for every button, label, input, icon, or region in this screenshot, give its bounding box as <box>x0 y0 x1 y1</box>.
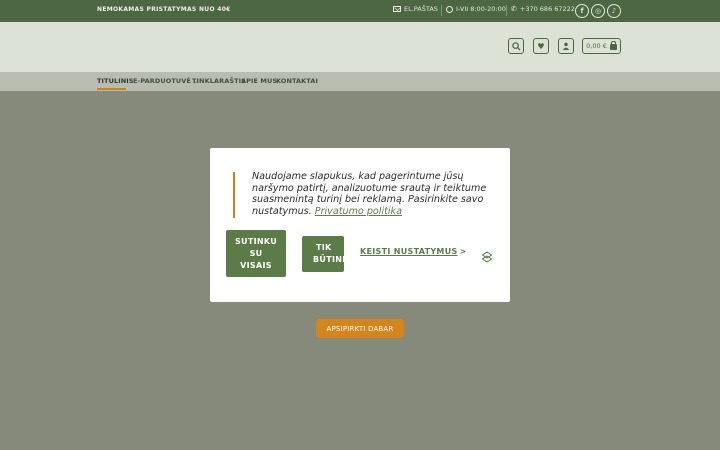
instagram-icon[interactable]: ◎ <box>591 4 605 18</box>
tiktok-icon[interactable]: ♪ <box>607 4 621 18</box>
tiktok-glyph: ♪ <box>611 7 617 15</box>
search-button[interactable] <box>508 38 524 54</box>
email-link[interactable]: EL.PAŠTAS <box>393 5 438 13</box>
opening-hours: I-VII 8:00-20:00 <box>446 5 506 13</box>
change-settings-button[interactable]: KEISTI NUSTATYMUS > <box>360 247 467 256</box>
cart-total: 0,00 € <box>586 42 607 50</box>
wishlist-button[interactable]: ♥ <box>533 38 549 54</box>
accent-bar <box>233 172 235 218</box>
nav-item-e-parduotuve[interactable]: E-PARDUOTUVĖ ⌄ <box>133 77 198 85</box>
cart-button[interactable]: 0,00 € <box>582 38 621 54</box>
active-nav-indicator <box>97 88 126 90</box>
divider <box>441 5 442 16</box>
search-icon <box>511 41 521 51</box>
change-settings-label: KEISTI NUSTATYMUS <box>360 247 458 256</box>
clock-icon <box>446 5 453 13</box>
nav-item-label: E-PARDUOTUVĖ <box>133 77 191 85</box>
instagram-glyph: ◎ <box>594 7 602 15</box>
nav-item-apie-mus[interactable]: APIE MUS <box>241 77 277 85</box>
required-only-label-line: BŪTINI <box>313 255 344 264</box>
accept-all-button[interactable]: SUTINKU SU VISAIS <box>226 230 286 277</box>
accept-all-label-line: SU <box>249 248 263 258</box>
cookie-settings-icon[interactable] <box>481 251 493 263</box>
phone-link[interactable]: ✆ +370 686 67222 <box>511 5 575 13</box>
top-bar: NEMOKAMAS PRISTATYMAS NUO 40€ EL.PAŠTAS … <box>0 0 720 22</box>
shopping-bag-icon <box>609 41 617 50</box>
heart-icon: ♥ <box>537 41 545 51</box>
phone-number: +370 686 67222 <box>519 5 575 13</box>
required-only-label-line: TIK <box>316 243 332 252</box>
phone-icon: ✆ <box>511 4 517 13</box>
cookie-consent-dialog: Naudojame slapukus, kad pagerintume jūsų… <box>210 148 510 302</box>
nav-item-titulinis[interactable]: TITULINIS <box>97 77 134 85</box>
chevron-right-icon: > <box>459 247 467 256</box>
nav-item-tinklarastis[interactable]: TINKLARAŠTIS <box>192 77 246 85</box>
required-only-button[interactable]: TIK BŪTINI <box>302 236 344 272</box>
site-header: ♥ 0,00 € <box>0 22 720 72</box>
facebook-glyph: f <box>580 7 584 15</box>
accept-all-label-line: SUTINKU <box>234 236 278 246</box>
facebook-icon[interactable]: f <box>575 4 589 18</box>
free-shipping-promo: NEMOKAMAS PRISTATYMAS NUO 40€ <box>97 6 231 13</box>
nav-item-kontaktai[interactable]: KONTAKTAI <box>276 77 318 85</box>
accept-all-label-line: VISAIS <box>240 260 272 270</box>
divider <box>506 5 507 16</box>
mail-icon <box>393 6 401 12</box>
shop-now-button[interactable]: APSIPIRKTI DABAR <box>316 319 404 338</box>
hours-text: I-VII 8:00-20:00 <box>456 5 506 13</box>
privacy-policy-link[interactable]: Privatumo politika <box>315 206 402 217</box>
email-label: EL.PAŠTAS <box>404 5 438 13</box>
user-icon <box>562 42 570 50</box>
cookie-message: Naudojame slapukus, kad pagerintume jūsų… <box>252 171 492 218</box>
account-button[interactable] <box>558 38 574 54</box>
